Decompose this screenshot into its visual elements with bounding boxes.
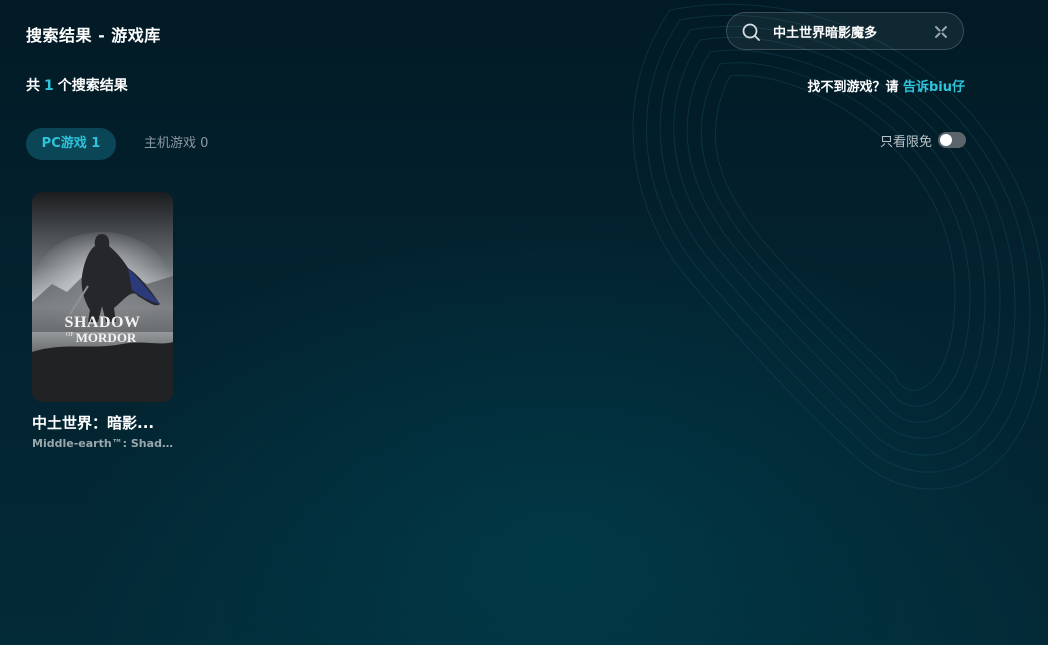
game-subtitle: Middle-earth™: Shado... (32, 437, 173, 450)
free-only-toggle[interactable] (938, 132, 966, 148)
search-input[interactable] (773, 21, 923, 41)
tab-console-games[interactable]: 主机游戏 0 (144, 128, 208, 160)
free-only-filter: 只看限免 (879, 131, 966, 150)
page-title: 搜索结果 - 游戏库 (26, 26, 161, 45)
game-cover-art: SHADOW OF MORDOR (32, 192, 173, 402)
game-title[interactable]: 中土世界：暗影... (32, 412, 173, 433)
game-cover[interactable]: SHADOW OF MORDOR (32, 192, 173, 402)
feedback-text: 找不到游戏？请 (807, 80, 903, 95)
feedback-link[interactable]: 告诉biu仔 (903, 80, 965, 95)
cover-logo-of: OF (66, 332, 74, 338)
cover-logo-mordor: MORDOR (76, 330, 137, 345)
close-icon[interactable] (933, 24, 949, 40)
search-box[interactable] (726, 12, 964, 50)
toggle-knob (940, 134, 952, 146)
search-icon (742, 23, 760, 41)
feedback-prompt: 找不到游戏？请 告诉biu仔 (807, 76, 965, 95)
free-only-label: 只看限免 (879, 134, 932, 150)
result-count-prefix: 共 (26, 78, 40, 94)
cover-logo-shadow: SHADOW (65, 314, 141, 331)
result-count-suffix: 个搜索结果 (57, 78, 128, 94)
game-card[interactable]: SHADOW OF MORDOR 中土世界：暗影... Middle-earth… (32, 192, 173, 450)
tab-pc-games[interactable]: PC游戏 1 (26, 128, 116, 160)
result-count-number: 1 (44, 78, 54, 94)
result-count: 共 1 个搜索结果 (26, 75, 128, 95)
